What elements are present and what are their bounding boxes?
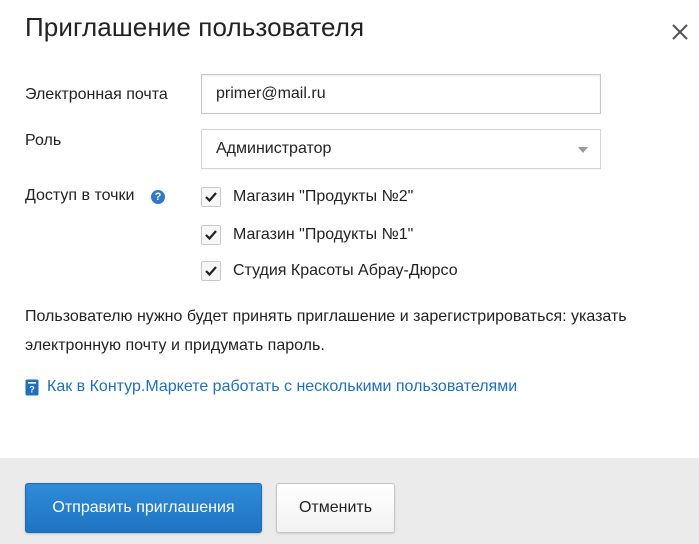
role-select-value: Администратор bbox=[216, 140, 332, 157]
checkbox[interactable] bbox=[201, 225, 221, 245]
book-icon: ? bbox=[25, 379, 39, 395]
dialog-title: Приглашение пользователя bbox=[25, 12, 365, 42]
access-item[interactable]: Студия Красоты Абрау-Дюрсо bbox=[201, 260, 458, 282]
email-field[interactable]: primer@mail.ru bbox=[201, 74, 601, 114]
checkmark-icon bbox=[205, 192, 217, 203]
access-item[interactable]: Магазин "Продукты №1" bbox=[201, 224, 413, 246]
checkmark-icon bbox=[205, 230, 217, 241]
send-invitations-button[interactable]: Отправить приглашения bbox=[25, 483, 262, 533]
help-link[interactable]: Как в Контур.Маркете работать с нескольк… bbox=[47, 378, 517, 396]
access-item-label: Студия Красоты Абрау-Дюрсо bbox=[233, 262, 458, 279]
dialog-footer: Отправить приглашения Отменить bbox=[0, 458, 699, 544]
invite-note: Пользователю нужно будет принять приглаш… bbox=[25, 308, 627, 354]
access-item[interactable]: Магазин "Продукты №2" bbox=[201, 186, 413, 208]
svg-text:?: ? bbox=[29, 384, 35, 394]
access-item-label: Магазин "Продукты №1" bbox=[233, 226, 414, 243]
role-label: Роль bbox=[25, 132, 62, 149]
access-item-label: Магазин "Продукты №2" bbox=[233, 188, 414, 205]
email-label: Электронная почта bbox=[25, 86, 168, 103]
chevron-down-icon bbox=[578, 147, 588, 153]
invite-user-dialog: Приглашение пользователя Электронная поч… bbox=[0, 0, 699, 544]
close-icon bbox=[672, 24, 688, 40]
cancel-button[interactable]: Отменить bbox=[276, 483, 395, 533]
question-icon[interactable]: ? bbox=[151, 190, 165, 204]
checkmark-icon bbox=[205, 266, 217, 277]
access-label: Доступ в точки bbox=[25, 187, 135, 204]
role-select[interactable]: Администратор bbox=[201, 129, 601, 169]
checkbox[interactable] bbox=[201, 187, 221, 207]
help-link-row: ? Как в Контур.Маркете работать с нескол… bbox=[25, 378, 517, 396]
checkbox[interactable] bbox=[201, 261, 221, 281]
close-button[interactable] bbox=[668, 20, 692, 44]
